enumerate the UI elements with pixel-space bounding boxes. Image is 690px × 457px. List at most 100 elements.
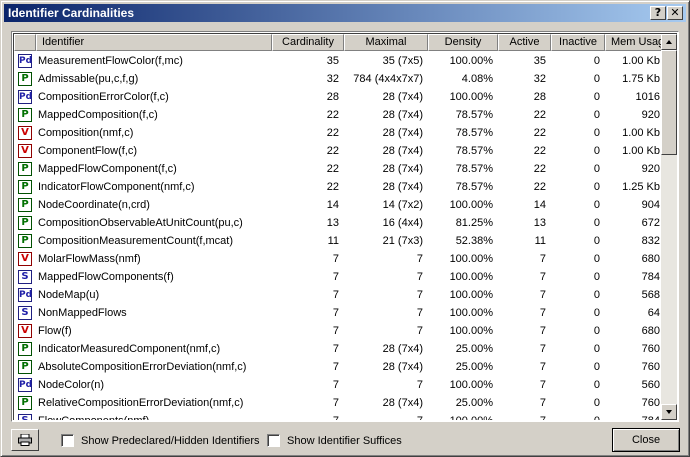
table-row[interactable]: Pd NodeColor(n) 7 7 100.00% 7 0 560 xyxy=(14,376,664,394)
kind-cell: V xyxy=(14,250,36,268)
maximal-cell: 7 xyxy=(416,271,423,283)
table-row[interactable]: P MappedComposition(f,c) 22 28 (7x4) 78.57% 2… xyxy=(14,106,664,124)
active-cell: 7 xyxy=(539,253,546,265)
parameter-icon: P xyxy=(18,216,32,230)
identifier-cell: MeasurementFlowColor(f,mc) xyxy=(38,55,183,67)
column-header-maximal[interactable]: Maximal xyxy=(344,34,428,51)
maximal-cell: 7 xyxy=(416,289,423,301)
identifier-cell: CompositionErrorColor(f,c) xyxy=(38,91,169,103)
column-header-inactive[interactable]: Inactive xyxy=(551,34,605,51)
table-row[interactable]: Pd MeasurementFlowColor(f,mc) 35 35 (7x5) 10… xyxy=(14,52,664,70)
kind-cell: Pd xyxy=(14,88,36,106)
table-row[interactable]: S MappedFlowComponents(f) 7 7 100.00% 7 0 784 xyxy=(14,268,664,286)
table-row[interactable]: P RelativeCompositionErrorDeviation(nmf,c… xyxy=(14,394,664,412)
density-cell: 78.57% xyxy=(455,181,493,193)
identifier-cell: Composition(nmf,c) xyxy=(38,127,134,139)
table-row[interactable]: P Admissable(pu,c,f,g) 32 784 (4x4x7x7) 4.08… xyxy=(14,70,664,88)
table-row[interactable]: V Flow(f) 7 7 100.00% 7 0 680 xyxy=(14,322,664,340)
table-row[interactable]: P CompositionObservableAtUnitCount(pu,c) 1… xyxy=(14,214,664,232)
maximal-cell: 28 (7x4) xyxy=(382,91,423,103)
table-row[interactable]: P MappedFlowComponent(f,c) 22 28 (7x4) 78.57… xyxy=(14,160,664,178)
cardinality-cell: 14 xyxy=(326,199,339,211)
identifier-cell: IndicatorFlowComponent(nmf,c) xyxy=(38,181,195,193)
scroll-thumb[interactable] xyxy=(661,50,677,155)
active-cell: 22 xyxy=(533,181,546,193)
inactive-cell: 0 xyxy=(593,145,600,157)
table-row[interactable]: SFlowComponents(nmf)77100.00%70784 xyxy=(14,412,664,420)
kind-cell: P xyxy=(14,160,36,178)
table-row[interactable]: P CompositionMeasurementCount(f,mcat) 11 21… xyxy=(14,232,664,250)
active-cell: 7 xyxy=(539,289,546,301)
kind-cell: P xyxy=(14,196,36,214)
cardinality-cell: 7 xyxy=(332,379,339,391)
active-cell: 7 xyxy=(539,271,546,283)
table-row[interactable]: Pd NodeMap(u) 7 7 100.00% 7 0 568 xyxy=(14,286,664,304)
mem-usage-cell: 784 xyxy=(605,412,664,420)
cardinality-cell: 11 xyxy=(327,235,339,247)
help-button[interactable]: ? xyxy=(650,6,666,20)
identifier-cell: MolarFlowMass(nmf) xyxy=(38,253,141,265)
active-cell: 7 xyxy=(539,325,546,337)
kind-cell: P xyxy=(14,178,36,196)
parameter-icon: P xyxy=(18,162,32,176)
kind-cell: P xyxy=(14,70,36,88)
close-window-button[interactable]: ✕ xyxy=(667,6,683,20)
cardinality-cell: 22 xyxy=(326,163,339,175)
parameter-icon: P xyxy=(18,234,32,248)
scroll-down-button[interactable] xyxy=(661,404,677,420)
variable-icon: V xyxy=(18,126,32,140)
parameter-icon: P xyxy=(18,198,32,212)
table-row[interactable]: P NodeCoordinate(n,crd) 14 14 (7x2) 100.00% 1… xyxy=(14,196,664,214)
dialog-footer: Show Predeclared/Hidden Identifiers Show… xyxy=(1,425,689,457)
parameter-icon: P xyxy=(18,180,32,194)
column-header-cardinality[interactable]: Cardinality xyxy=(272,34,344,51)
maximal-cell: 21 (7x3) xyxy=(382,235,423,247)
title-bar[interactable]: Identifier Cardinalities ? ✕ xyxy=(4,4,686,22)
table-row[interactable]: P IndicatorMeasuredComponent(nmf,c) 7 28 (7… xyxy=(14,340,664,358)
mem-usage-cell: 560 xyxy=(641,379,660,391)
density-cell: 100.00% xyxy=(449,379,493,391)
show-predeclared-checkbox[interactable]: Show Predeclared/Hidden Identifiers xyxy=(61,434,260,447)
close-button[interactable]: Close xyxy=(612,428,680,452)
active-cell: 7 xyxy=(539,343,546,355)
column-header-density[interactable]: Density xyxy=(428,34,498,51)
predeclared-parameter-icon: Pd xyxy=(18,54,33,68)
show-suffices-checkbox[interactable]: Show Identifier Suffices xyxy=(267,434,402,447)
table-row[interactable]: V MolarFlowMass(nmf) 7 7 100.00% 7 0 680 xyxy=(14,250,664,268)
column-header-identifier[interactable]: Identifier xyxy=(36,34,272,51)
density-cell: 100.00% xyxy=(449,253,493,265)
show-suffices-checkbox-box[interactable] xyxy=(267,434,280,447)
table-row[interactable]: Pd CompositionErrorColor(f,c) 28 28 (7x4) 10… xyxy=(14,88,664,106)
maximal-cell: 7 xyxy=(416,325,423,337)
show-predeclared-checkbox-box[interactable] xyxy=(61,434,74,447)
column-header-icon[interactable] xyxy=(14,34,36,51)
variable-icon: V xyxy=(18,252,32,266)
parameter-icon: P xyxy=(18,342,32,356)
scroll-up-button[interactable] xyxy=(661,34,677,50)
cardinality-cell: 28 xyxy=(326,91,339,103)
vertical-scrollbar[interactable] xyxy=(661,34,677,420)
table-row[interactable]: P IndicatorFlowComponent(nmf,c) 22 28 (7x4)… xyxy=(14,178,664,196)
mem-usage-cell: 568 xyxy=(641,289,660,301)
table-row[interactable]: S NonMappedFlows 7 7 100.00% 7 0 64 xyxy=(14,304,664,322)
predeclared-parameter-icon: Pd xyxy=(18,90,33,104)
column-header-active[interactable]: Active xyxy=(498,34,551,51)
table-row[interactable]: V Composition(nmf,c) 22 28 (7x4) 78.57% 22 0 1.… xyxy=(14,124,664,142)
set-icon: S xyxy=(18,306,32,320)
active-cell: 7 xyxy=(539,379,546,391)
print-button[interactable] xyxy=(11,429,39,451)
cardinality-cell: 7 xyxy=(332,343,339,355)
table-row[interactable]: P AbsoluteCompositionErrorDeviation(nmf,c… xyxy=(14,358,664,376)
inactive-cell: 0 xyxy=(593,55,600,67)
density-cell: 4.08% xyxy=(461,73,493,85)
density-cell: 52.38% xyxy=(455,235,493,247)
maximal-cell: 28 (7x4) xyxy=(382,127,423,139)
column-header-mem-usage[interactable]: Mem Usage xyxy=(605,34,664,51)
kind-cell: Pd xyxy=(14,286,36,304)
table-row[interactable]: V ComponentFlow(f,c) 22 28 (7x4) 78.57% 22 0 1.… xyxy=(14,142,664,160)
density-cell: 100.00% xyxy=(449,307,493,319)
density-cell: 100.00% xyxy=(428,412,498,420)
mem-usage-cell: 1016 xyxy=(635,91,660,103)
mem-usage-cell: 920 xyxy=(641,109,660,121)
cardinality-cell: 7 xyxy=(332,289,339,301)
